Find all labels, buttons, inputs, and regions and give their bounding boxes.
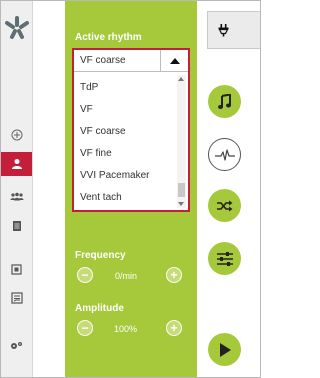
play-icon	[219, 342, 231, 357]
music-note-icon	[217, 93, 231, 109]
shuffle-icon	[216, 200, 232, 211]
sidebar-item-patient[interactable]	[1, 152, 32, 176]
sidebar-item-settings[interactable]	[1, 333, 32, 357]
sidebar-item-monitor[interactable]	[1, 257, 32, 281]
rhythm-option[interactable]: VVI Pacemaker	[80, 170, 149, 181]
shuffle-button[interactable]	[208, 189, 241, 222]
dropdown-toggle[interactable]	[160, 50, 188, 71]
rhythm-selected-value: VF coarse	[80, 55, 126, 66]
ecg-button[interactable]	[208, 138, 241, 171]
rhythm-option[interactable]: VF	[80, 104, 93, 115]
amplitude-label: Amplitude	[75, 303, 124, 314]
rhythm-dropdown[interactable]: VF coarse TdP VF VF coarse VF fine VVI P…	[72, 48, 190, 212]
sliders-icon	[216, 251, 233, 266]
rhythm-option[interactable]: VF coarse	[80, 126, 126, 137]
frequency-value: 0/min	[114, 271, 137, 281]
rhythm-select[interactable]: VF coarse	[74, 50, 188, 72]
connection-tab[interactable]	[207, 11, 260, 49]
gears-icon	[11, 341, 22, 349]
app-frame: Active rhythm VF coarse TdP VF VF coarse…	[0, 0, 261, 378]
frequency-increase-button[interactable]: +	[166, 267, 182, 283]
sidebar-item-group[interactable]	[1, 185, 32, 209]
document-icon	[12, 221, 21, 231]
person-icon	[11, 159, 22, 169]
adjustments-button[interactable]	[208, 242, 241, 275]
logo-icon	[5, 16, 29, 39]
rhythm-option[interactable]: VF fine	[80, 148, 112, 159]
scroll-down-arrow-icon[interactable]	[178, 202, 184, 206]
plug-icon	[218, 24, 229, 37]
rhythm-panel: Active rhythm VF coarse TdP VF VF coarse…	[65, 1, 197, 377]
scroll-up-arrow-icon[interactable]	[178, 77, 184, 81]
checklist-icon	[10, 292, 23, 304]
group-icon	[10, 192, 23, 201]
plus-circle-icon	[11, 129, 22, 141]
sound-button[interactable]	[208, 85, 241, 118]
ecg-pulse-icon	[214, 148, 235, 161]
sidebar-item-checklist[interactable]	[1, 286, 32, 310]
sidebar-item-add[interactable]	[1, 123, 32, 147]
rhythm-option[interactable]: Vent tach	[80, 192, 122, 203]
active-rhythm-label: Active rhythm	[75, 32, 142, 43]
dropdown-scrollbar[interactable]	[177, 75, 186, 208]
rhythm-option[interactable]: TdP	[80, 82, 98, 93]
sidebar	[1, 1, 33, 377]
monitor-icon	[11, 263, 22, 275]
scrollbar-thumb[interactable]	[178, 183, 185, 197]
amplitude-value: 100%	[113, 324, 137, 334]
caret-up-icon	[169, 57, 180, 64]
frequency-label: Frequency	[75, 250, 126, 261]
play-button[interactable]	[208, 333, 241, 366]
frequency-decrease-button[interactable]: −	[77, 267, 93, 283]
sidebar-item-documents[interactable]	[1, 214, 32, 238]
amplitude-increase-button[interactable]: +	[166, 320, 182, 336]
amplitude-decrease-button[interactable]: −	[77, 320, 93, 336]
